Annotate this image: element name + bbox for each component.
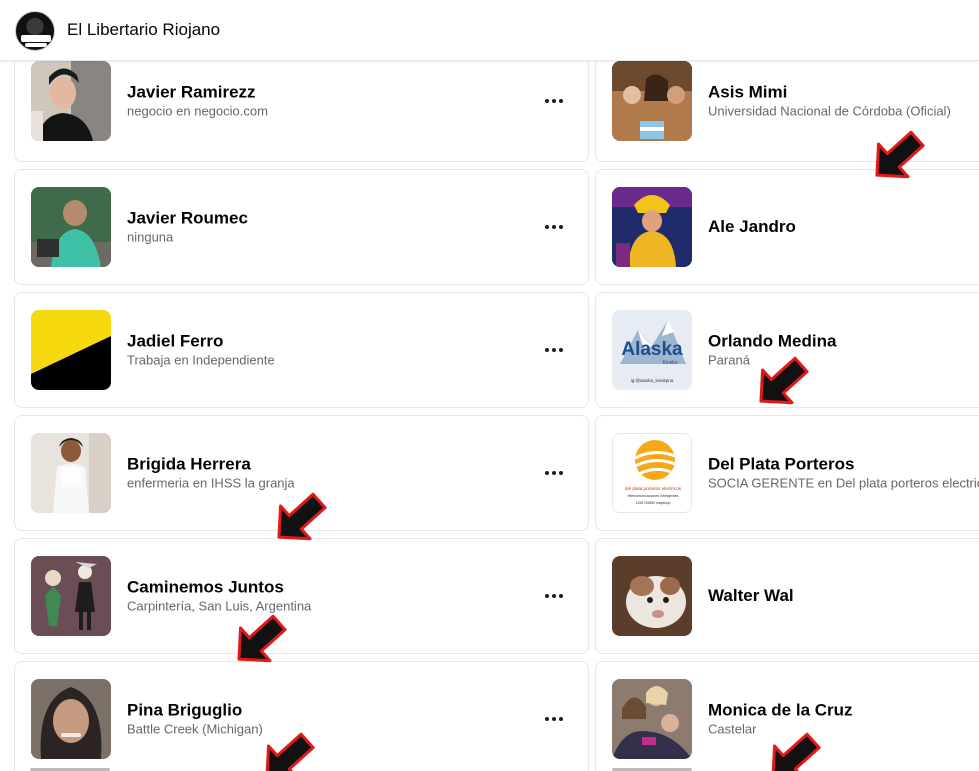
delplata-line2: telecomunicaciones inteligentes <box>628 494 679 498</box>
page-avatar[interactable] <box>15 11 55 51</box>
member-info: Pina Briguglio Battle Creek (Michigan) <box>127 701 263 738</box>
annotation-arrow-icon <box>265 732 315 771</box>
profile-photo[interactable] <box>612 556 692 636</box>
member-info: Javier Ramirezz negocio en negocio.com <box>127 83 268 120</box>
member-detail: Trabaja en Independiente <box>127 352 275 368</box>
profile-photo[interactable] <box>31 310 111 390</box>
more-options-icon[interactable] <box>540 336 568 364</box>
member-name[interactable]: Del Plata Porteros <box>708 455 979 475</box>
member-detail: SOCIA GERENTE en Del plata porteros elec… <box>708 475 979 491</box>
member-name[interactable]: Ale Jandro <box>708 217 796 237</box>
member-name[interactable]: Pina Briguglio <box>127 701 263 721</box>
member-info: Walter Wal <box>708 586 794 606</box>
member-name[interactable]: Brigida Herrera <box>127 455 295 475</box>
member-detail: negocio en negocio.com <box>127 103 268 119</box>
delplata-line1: del plata porteros electricos <box>625 486 682 491</box>
annotation-arrow-icon <box>759 356 809 405</box>
member-card[interactable]: Javier Roumec ninguna <box>14 169 589 285</box>
member-info: Del Plata Porteros SOCIA GERENTE en Del … <box>708 455 979 492</box>
alaska-logo-text: Alaska <box>621 339 683 360</box>
profile-photo[interactable] <box>31 433 111 513</box>
profile-photo[interactable]: del plata porteros electricos telecomuni… <box>612 433 692 513</box>
annotation-arrow-icon <box>875 130 925 179</box>
profile-photo[interactable] <box>612 187 692 267</box>
member-name[interactable]: Asis Mimi <box>708 83 951 103</box>
member-name[interactable]: Caminemos Juntos <box>127 578 311 598</box>
avatar-caption-band <box>25 43 47 47</box>
member-name[interactable]: Walter Wal <box>708 586 794 606</box>
delplata-line3: 1155749660 wapshop <box>635 501 670 505</box>
member-detail: Battle Creek (Michigan) <box>127 721 263 737</box>
profile-photo[interactable] <box>31 679 111 759</box>
member-name[interactable]: Jadiel Ferro <box>127 332 275 352</box>
more-options-icon[interactable] <box>540 459 568 487</box>
members-grid: Javier Ramirezz negocio en negocio.com J… <box>0 0 979 771</box>
member-detail: ninguna <box>127 229 174 245</box>
annotation-arrow-icon <box>771 732 821 771</box>
member-detail: Universidad Nacional de Córdoba (Oficial… <box>708 103 951 119</box>
more-options-icon[interactable] <box>540 582 568 610</box>
member-info: Ale Jandro <box>708 217 796 237</box>
profile-photo[interactable] <box>612 61 692 141</box>
member-info: Asis Mimi Universidad Nacional de Córdob… <box>708 83 951 120</box>
member-name[interactable]: Javier Ramirezz <box>127 83 268 103</box>
more-options-icon[interactable] <box>540 87 568 115</box>
member-card[interactable]: Walter Wal <box>595 538 979 654</box>
page-title[interactable]: El Libertario Riojano <box>67 20 220 40</box>
avatar-caption-band <box>21 35 51 42</box>
profile-photo[interactable]: Alaska Kiosko ig:@alaska_kioskpna <box>612 310 692 390</box>
member-name[interactable]: Javier Roumec <box>127 209 248 229</box>
alaska-handle-text: ig:@alaska_kioskpna <box>631 378 674 383</box>
annotation-arrow-icon <box>237 614 287 663</box>
profile-photo[interactable] <box>31 556 111 636</box>
page-header: El Libertario Riojano <box>0 0 979 61</box>
member-card[interactable]: Jadiel Ferro Trabaja en Independiente <box>14 292 589 408</box>
profile-photo[interactable] <box>612 679 692 759</box>
more-options-icon[interactable] <box>540 705 568 733</box>
profile-photo[interactable] <box>31 187 111 267</box>
member-name[interactable]: Monica de la Cruz <box>708 701 853 721</box>
member-info: Jadiel Ferro Trabaja en Independiente <box>127 332 275 369</box>
more-options-icon[interactable] <box>540 213 568 241</box>
alaska-sub-text: Kiosko <box>662 360 677 366</box>
profile-photo[interactable] <box>31 61 111 141</box>
annotation-arrow-icon <box>277 492 327 541</box>
member-info: Javier Roumec ninguna <box>127 209 248 246</box>
member-card[interactable]: Caminemos Juntos Carpintería, San Luis, … <box>14 538 589 654</box>
member-card[interactable]: del plata porteros electricos telecomuni… <box>595 415 979 531</box>
